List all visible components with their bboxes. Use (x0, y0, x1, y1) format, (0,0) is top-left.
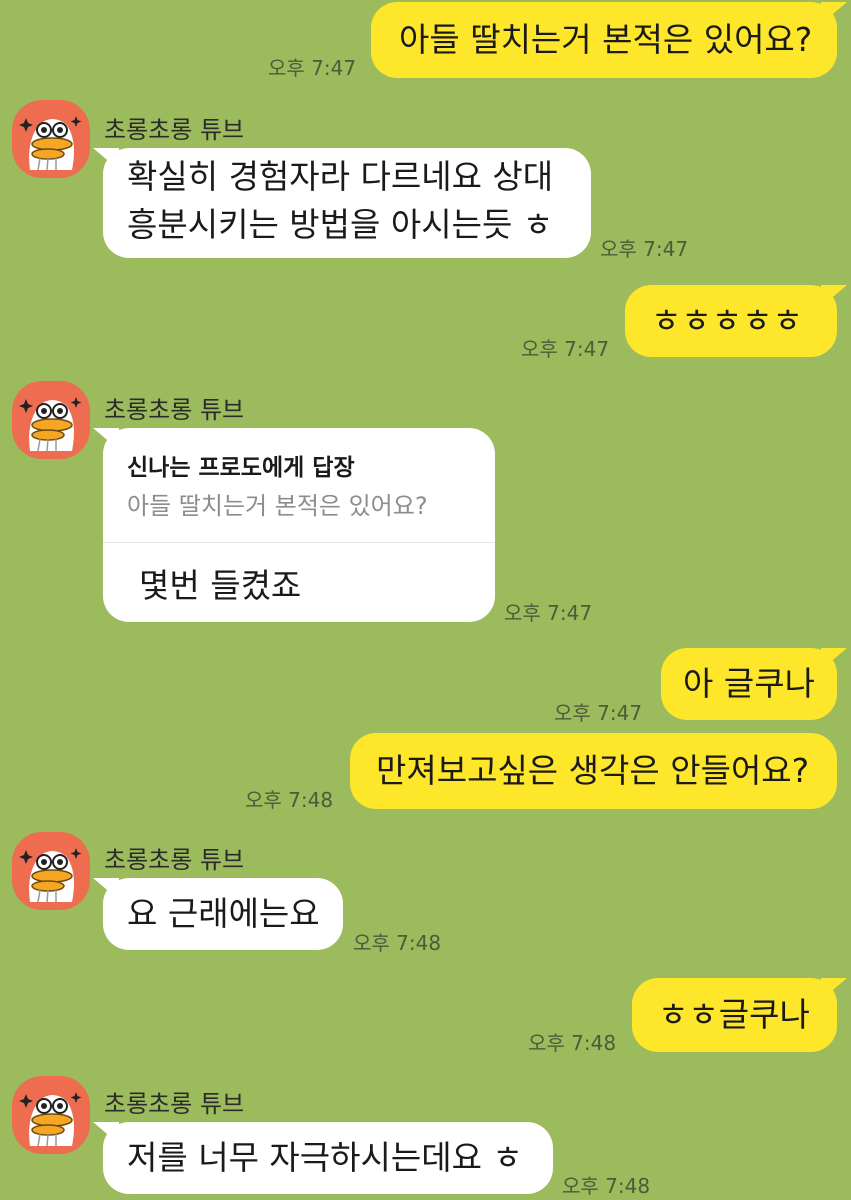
bubble-tail (91, 148, 119, 172)
their-message-bubble[interactable]: 확실히 경험자라 다르네요 상대 흥분시키는 방법을 아시는듯 ㅎ (93, 148, 591, 258)
message-text: 요 근래에는요 (127, 894, 320, 933)
sender-name: 초롱초롱 튜브 (104, 116, 245, 144)
reply-target-label: 신나는 프로도에게 답장 (127, 455, 355, 481)
message-time: 오후 7:48 (562, 1174, 651, 1198)
sender-name: 초롱초롱 튜브 (104, 1090, 245, 1118)
sender-avatar[interactable] (12, 381, 90, 459)
sender-avatar[interactable] (12, 100, 90, 178)
message-text-line: 확실히 경험자라 다르네요 상대 (127, 157, 554, 196)
message-time: 오후 7:48 (353, 931, 442, 955)
my-message-bubble[interactable]: 만져보고싶은 생각은 안들어요? (350, 733, 837, 809)
sender-avatar[interactable] (12, 1076, 90, 1154)
message-text: 몇번 들켰죠 (139, 566, 302, 605)
message-time: 오후 7:47 (504, 601, 593, 625)
duck-character-icon (19, 848, 82, 903)
bubble-tail (821, 2, 849, 26)
reply-divider (103, 542, 495, 543)
message-time: 오후 7:47 (554, 701, 643, 725)
message-text: ㅎㅎ글쿠나 (658, 995, 810, 1034)
reply-message-bubble[interactable]: 신나는 프로도에게 답장 아들 딸치는거 본적은 있어요? 몇번 들켰죠 (93, 428, 495, 622)
message-text: 아 글쿠나 (683, 664, 815, 703)
message-text: 아들 딸치는거 본적은 있어요? (399, 20, 813, 59)
message-time: 오후 7:47 (600, 237, 689, 261)
their-message-bubble[interactable]: 요 근래에는요 (93, 878, 343, 950)
message-text-line: 흥분시키는 방법을 아시는듯 ㅎ (127, 205, 554, 244)
my-message-bubble[interactable]: 아 글쿠나 (661, 648, 847, 720)
duck-character-icon (19, 397, 82, 452)
my-message-bubble[interactable]: 아들 딸치는거 본적은 있어요? (371, 2, 847, 78)
my-message-bubble[interactable]: ㅎㅎㅎㅎㅎ (625, 285, 847, 357)
bubble-tail (91, 1122, 119, 1146)
duck-character-icon (19, 116, 82, 171)
their-message-bubble[interactable]: 저를 너무 자극하시는데요 ㅎ (93, 1122, 553, 1194)
message-text: 저를 너무 자극하시는데요 ㅎ (127, 1138, 523, 1177)
my-message-bubble[interactable]: ㅎㅎ글쿠나 (632, 978, 847, 1052)
quoted-message[interactable]: 아들 딸치는거 본적은 있어요? (127, 488, 428, 524)
message-text: 만져보고싶은 생각은 안들어요? (376, 751, 810, 790)
bubble-tail (821, 648, 849, 672)
message-time: 오후 7:47 (268, 56, 357, 80)
message-time: 오후 7:47 (521, 337, 610, 361)
sender-avatar[interactable] (12, 832, 90, 910)
bubble-tail (821, 978, 849, 1002)
bubble-tail (821, 285, 849, 309)
sender-name: 초롱초롱 튜브 (104, 846, 245, 874)
message-time: 오후 7:48 (245, 788, 334, 812)
bubble-tail (91, 878, 119, 902)
message-text: ㅎㅎㅎㅎㅎ (651, 301, 803, 340)
duck-character-icon (19, 1092, 82, 1147)
message-time: 오후 7:48 (528, 1031, 617, 1055)
sender-name: 초롱초롱 튜브 (104, 396, 245, 424)
bubble-tail (91, 428, 119, 452)
